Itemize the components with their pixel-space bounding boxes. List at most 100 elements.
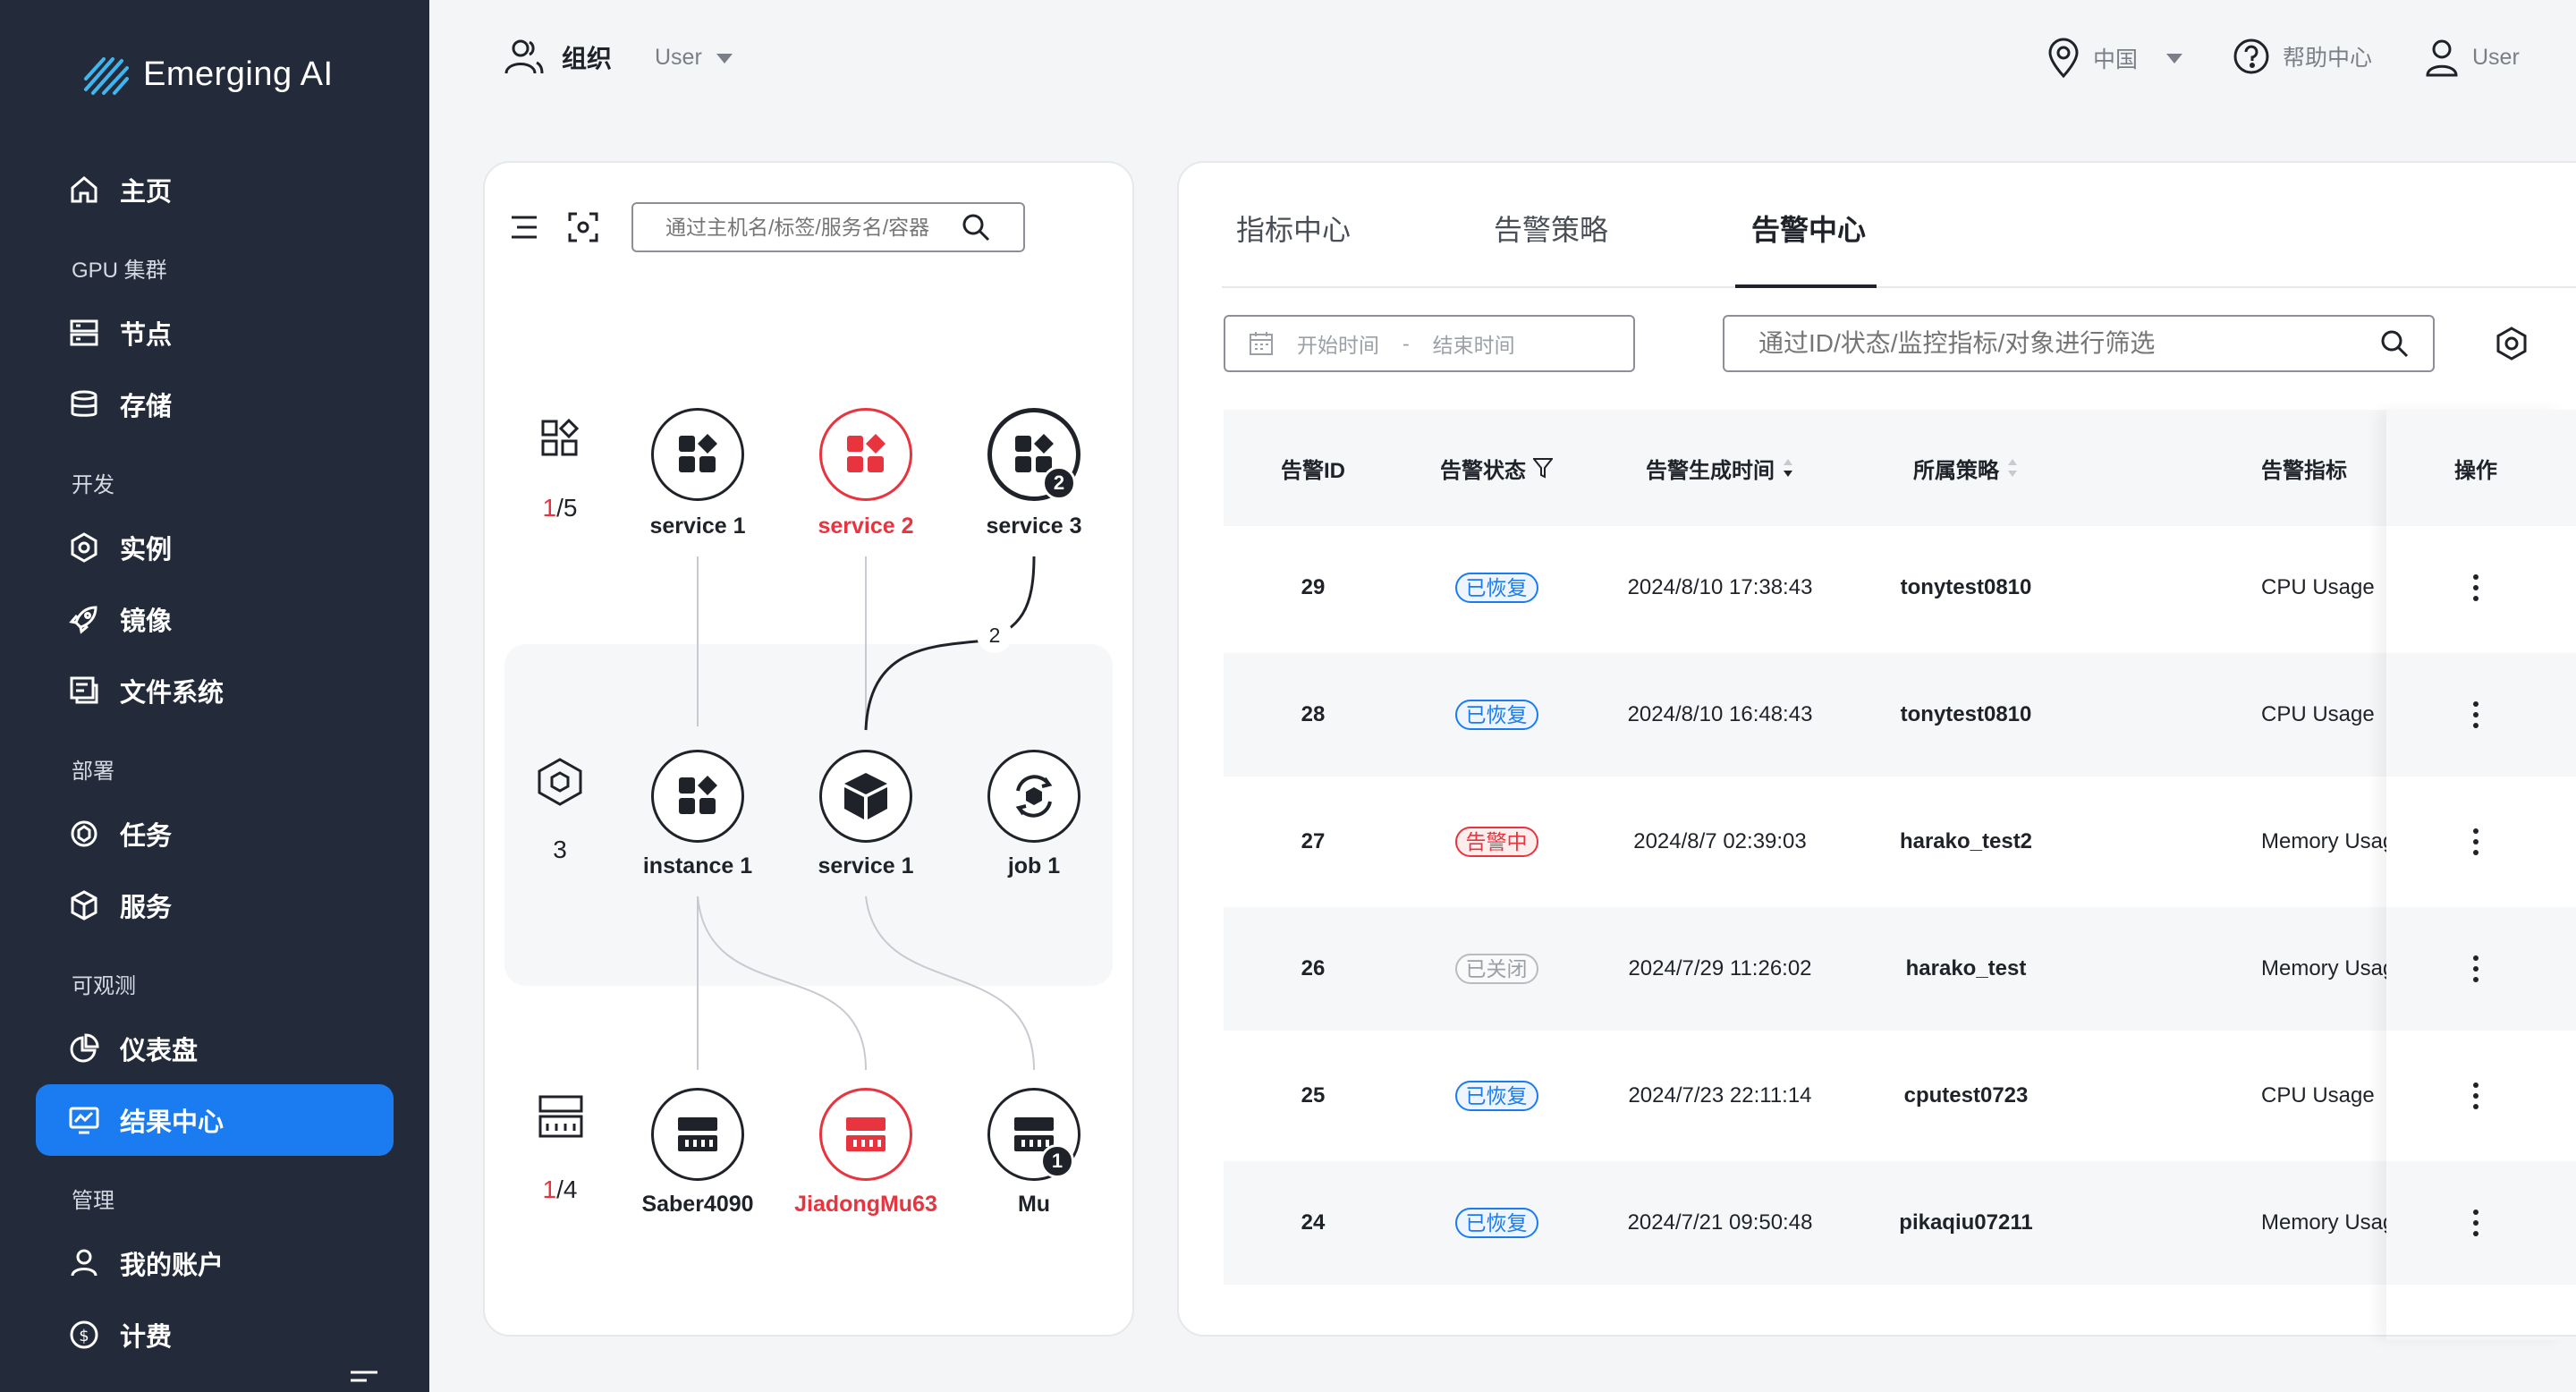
sidebar-item-services[interactable]: 服务: [36, 870, 394, 941]
table-row[interactable]: 24 已恢复 2024/7/21 09:50:48 pikaqiu07211 Memor…: [1224, 1161, 2576, 1285]
date-end[interactable]: 结束时间: [1433, 328, 1515, 359]
help-icon: [2233, 38, 2269, 74]
cell-status: 告警中: [1402, 780, 1590, 904]
status-badge: 已恢复: [1454, 1208, 1538, 1238]
cell-policy[interactable]: pikaqiu07211: [1850, 1161, 2082, 1285]
cell-policy[interactable]: harako_test2: [1850, 780, 2082, 904]
tab-alert-center[interactable]: 告警中心: [1751, 208, 1866, 249]
alert-filter-input[interactable]: [1758, 329, 2367, 358]
date-start[interactable]: 开始时间: [1297, 328, 1379, 359]
more-actions-icon[interactable]: [2472, 828, 2479, 855]
sidebar-item-label: 节点: [120, 321, 173, 350]
table-row[interactable]: 28 已恢复 2024/8/10 16:48:43 tonytest0810 CPU U…: [1224, 653, 2576, 777]
table-row[interactable]: 29 已恢复 2024/8/10 17:38:43 tonytest0810 CPU U…: [1224, 526, 2576, 649]
table-row[interactable]: 25 已恢复 2024/7/23 22:11:14 cputest0723 CPU Us…: [1224, 1034, 2576, 1158]
cell-policy[interactable]: harako_test: [1850, 907, 2082, 1031]
cell-policy[interactable]: tonytest0810: [1850, 526, 2082, 649]
help-center-link[interactable]: 帮助中心: [2233, 38, 2372, 75]
service-node-mid[interactable]: [819, 750, 912, 843]
settings-hex-icon[interactable]: [2494, 326, 2529, 361]
sidebar-item-tasks[interactable]: 任务: [36, 798, 394, 870]
more-actions-icon[interactable]: [2472, 701, 2479, 728]
status-badge: 已恢复: [1454, 1081, 1538, 1111]
service-node-1[interactable]: [651, 408, 744, 501]
more-actions-icon[interactable]: [2472, 574, 2479, 601]
status-badge: 已恢复: [1454, 573, 1538, 603]
app-grid-icon: [847, 434, 886, 472]
row-actions-cell: [2386, 653, 2565, 777]
cell-alert-id: 25: [1301, 1083, 1326, 1108]
sidebar-item-label: 主页: [120, 178, 173, 207]
services-group-icon: [541, 419, 580, 456]
sidebar-item-label: 我的账户: [120, 1252, 225, 1280]
org-switcher[interactable]: 组织: [503, 38, 612, 77]
sidebar-item-label: 存储: [120, 393, 173, 421]
sort-desc-icon[interactable]: [1782, 457, 1794, 479]
sidebar-item-billing[interactable]: $ 计费: [36, 1299, 394, 1371]
sidebar-item-account[interactable]: 我的账户: [36, 1227, 394, 1299]
sidebar-item-label: 仪表盘: [120, 1037, 199, 1065]
sidebar-item-results-center[interactable]: 结果中心: [36, 1084, 394, 1156]
caret-down-icon: [716, 53, 733, 64]
host-node-jiadongmu63[interactable]: [819, 1088, 912, 1181]
more-actions-icon[interactable]: [2472, 1082, 2479, 1109]
sidebar-item-nodes[interactable]: 节点: [36, 297, 394, 369]
region-selector[interactable]: 中国: [2046, 38, 2184, 79]
user-menu[interactable]: User: [2424, 38, 2520, 77]
host-node-mu-label: Mu: [1017, 1192, 1051, 1217]
table-row[interactable]: 26 已关闭 2024/7/29 11:26:02 harako_test Memory…: [1224, 907, 2576, 1031]
more-actions-icon[interactable]: [2472, 1210, 2479, 1236]
hosts-count: 1/4: [542, 1176, 578, 1203]
table-row[interactable]: 27 告警中 2024/8/7 02:39:03 harako_test2 Memory…: [1224, 780, 2576, 904]
cell-time: 2024/7/21 09:50:48: [1627, 1210, 1813, 1235]
cube-icon: [844, 773, 887, 819]
sidebar-item-images[interactable]: 镜像: [36, 583, 394, 655]
service-node-mid-label: service 1: [818, 853, 914, 878]
sidebar-item-instances[interactable]: 实例: [36, 512, 394, 583]
alert-table-header: 告警ID 告警状态 告警生成时间 所属策略 告警指标: [1224, 410, 2576, 526]
help-label: 帮助中心: [2283, 46, 2373, 71]
row-actions-cell: [2386, 526, 2565, 649]
section-admin: 管理: [72, 1189, 114, 1213]
collapse-sidebar-icon[interactable]: [349, 1369, 379, 1392]
sidebar-item-dashboard[interactable]: 仪表盘: [36, 1013, 394, 1084]
server-icon: [70, 319, 98, 346]
tab-metrics-center[interactable]: 指标中心: [1236, 208, 1351, 249]
host-node-saber4090-label: Saber4090: [641, 1192, 754, 1217]
service-node-2[interactable]: [819, 408, 912, 501]
sidebar-item-label: 任务: [120, 822, 173, 851]
cell-policy[interactable]: cputest0723: [1850, 1034, 2082, 1158]
brand-logo[interactable]: Emerging AI: [82, 52, 334, 97]
service-node-3[interactable]: 2: [987, 408, 1080, 501]
database-icon: [71, 390, 97, 417]
col-alert-status[interactable]: 告警状态: [1402, 410, 1590, 526]
job-node-1[interactable]: [987, 750, 1080, 843]
more-actions-icon[interactable]: [2472, 955, 2479, 982]
org-user-dropdown[interactable]: User: [655, 45, 734, 71]
cell-policy[interactable]: tonytest0810: [1850, 653, 2082, 777]
host-node-saber4090[interactable]: [651, 1088, 744, 1181]
sort-icon[interactable]: [2006, 457, 2019, 479]
sidebar-item-label: 镜像: [120, 607, 173, 636]
brand-name: Emerging AI: [143, 55, 334, 93]
org-users-icon: [504, 39, 544, 74]
col-alert-time[interactable]: 告警生成时间: [1590, 410, 1850, 526]
host-node-mu[interactable]: 1: [987, 1088, 1080, 1181]
col-actions: 操作: [2386, 410, 2565, 526]
sidebar: Emerging AI 主页 GPU 集群 节点 存储 开发 实例 镜像 文件系…: [0, 0, 429, 1392]
col-policy[interactable]: 所属策略: [1850, 410, 2082, 526]
search-icon[interactable]: [2379, 328, 2410, 359]
filter-funnel-icon[interactable]: [1533, 457, 1553, 479]
tab-alert-policy[interactable]: 告警策略: [1494, 208, 1608, 249]
date-range-picker[interactable]: 开始时间 - 结束时间: [1224, 315, 1635, 372]
instance-node-1[interactable]: [651, 750, 744, 843]
sidebar-item-home[interactable]: 主页: [36, 154, 394, 225]
sidebar-item-filesystem[interactable]: 文件系统: [36, 655, 394, 726]
sidebar-item-storage[interactable]: 存储: [36, 369, 394, 440]
section-deploy: 部署: [72, 760, 114, 784]
rocket-icon: [69, 606, 97, 634]
monitor-alert-icon: [69, 1107, 99, 1134]
alert-filter[interactable]: [1723, 315, 2435, 372]
row-actions-cell: [2386, 780, 2565, 904]
sidebar-item-label: 计费: [120, 1323, 173, 1352]
